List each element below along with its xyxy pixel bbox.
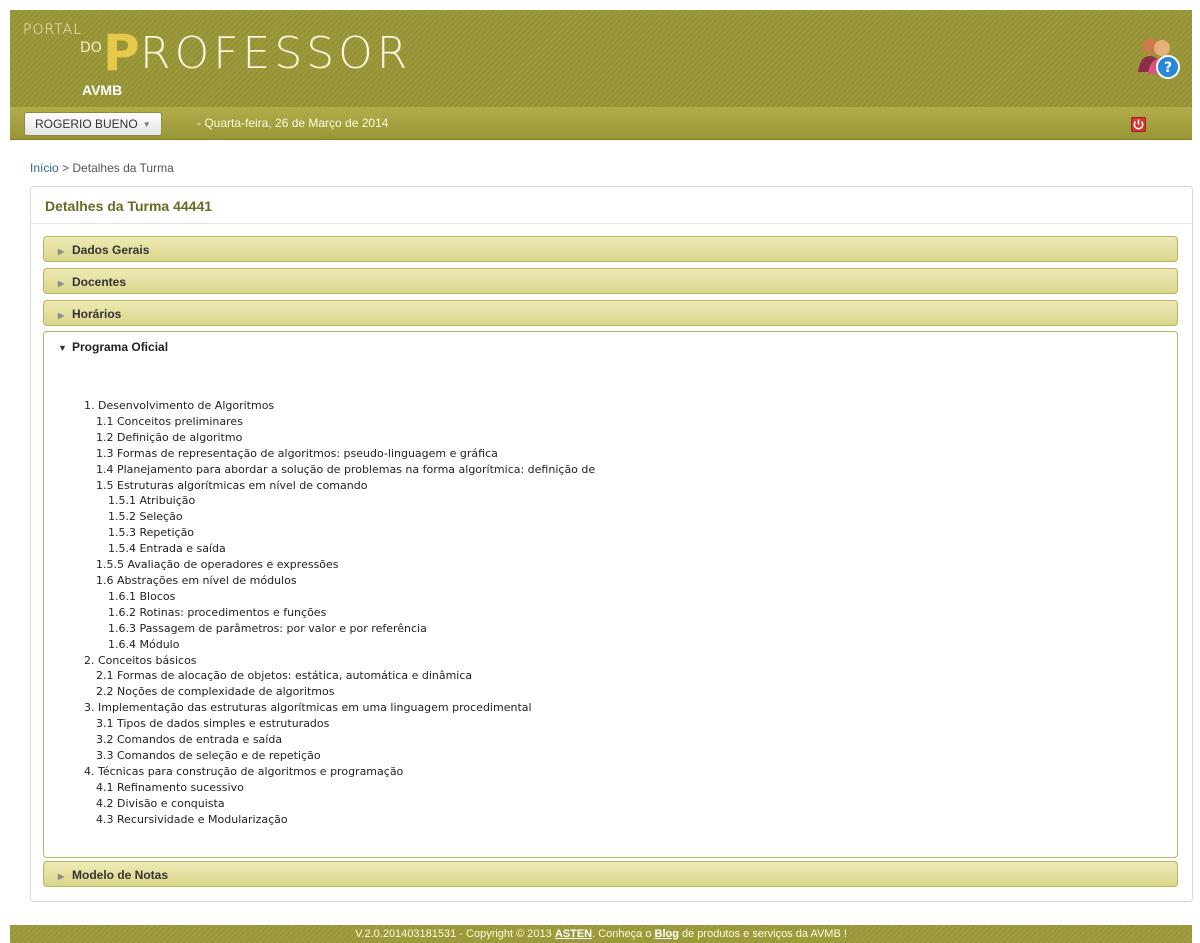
- user-menu-button[interactable]: ROGERIO BUENO ▼: [24, 112, 162, 136]
- class-details-panel: Detalhes da Turma 44441 ▶ Dados Gerais ▶ D…: [30, 186, 1193, 902]
- power-icon[interactable]: [1131, 117, 1146, 132]
- accordion-label: Dados Gerais: [72, 243, 150, 257]
- user-name: ROGERIO BUENO: [35, 117, 138, 131]
- logo-portal-text: PORTAL: [23, 22, 83, 38]
- breadcrumb: Início > Detalhes da Turma: [30, 161, 174, 175]
- app-header: PORTAL DO P ROFESSOR AVMB ?: [10, 10, 1192, 107]
- accordion-modelo-de-notas[interactable]: ▶ Modelo de Notas: [43, 861, 1178, 887]
- program-item: 1.5.1 Atribuição: [108, 494, 196, 508]
- footer-asten-link[interactable]: ASTEN: [555, 928, 592, 940]
- current-date: - Quarta-feira, 26 de Março de 2014: [197, 116, 389, 130]
- program-item: 4. Técnicas para construção de algoritmo…: [84, 764, 404, 778]
- program-item: 3.3 Comandos de seleção e de repetição: [96, 748, 321, 762]
- footer: V.2.0.201403181531 - Copyright © 2013 AS…: [10, 925, 1192, 943]
- footer-blog-link[interactable]: Blog: [655, 928, 679, 940]
- program-item: 3.2 Comandos de entrada e saída: [96, 733, 283, 747]
- program-list: 1. Desenvolvimento de Algoritmos 1.1 Con…: [84, 398, 595, 827]
- program-item: 3. Implementação das estruturas algorítm…: [84, 701, 532, 715]
- program-item: 4.1 Refinamento sucessivo: [96, 780, 244, 794]
- program-item: 1.6.2 Rotinas: procedimentos e funções: [108, 605, 327, 619]
- program-item: 2. Conceitos básicos: [84, 653, 197, 667]
- chevron-down-icon: ▼: [58, 343, 67, 353]
- program-item: 1.5.3 Repetição: [108, 526, 195, 540]
- program-item: 1.5.5 Avaliação de operadores e expressõ…: [96, 558, 339, 572]
- chevron-right-icon: ▶: [58, 311, 65, 320]
- logo-do-text: DO: [80, 40, 102, 56]
- program-item: 4.2 Divisão e conquista: [96, 796, 225, 810]
- logo-p-letter: P: [103, 24, 140, 82]
- program-item: 1.6.4 Módulo: [108, 637, 180, 651]
- help-user-icon[interactable]: ?: [1132, 32, 1182, 82]
- program-item: 1.5.2 Seleção: [108, 510, 183, 524]
- program-item: 1.5.4 Entrada e saída: [108, 542, 226, 556]
- chevron-right-icon: ▶: [58, 247, 65, 256]
- user-bar: ROGERIO BUENO ▼ - Quarta-feira, 26 de Mar…: [10, 107, 1192, 140]
- accordion-horarios[interactable]: ▶ Horários: [43, 300, 1178, 326]
- accordion-docentes[interactable]: ▶ Docentes: [43, 268, 1178, 294]
- program-item: 3.1 Tipos de dados simples e estruturado…: [96, 717, 330, 731]
- program-item: 1.6.3 Passagem de parâmetros: por valor …: [108, 621, 427, 635]
- program-item: 1.6 Abstrações em nível de módulos: [96, 573, 297, 587]
- program-item: 2.1 Formas de alocação de objetos: estát…: [96, 669, 473, 683]
- program-item: 4.3 Recursividade e Modularização: [96, 812, 288, 826]
- program-item: 1.2 Definição de algoritmo: [96, 430, 243, 444]
- logo-professor-text: ROFESSOR: [140, 28, 412, 79]
- accordion-programa-oficial: ▼ Programa Oficial 1. Desenvolvimento de …: [43, 331, 1178, 858]
- program-item: 1.5 Estruturas algorítmicas em nível de …: [96, 478, 368, 492]
- program-item: 1. Desenvolvimento de Algoritmos: [84, 399, 275, 412]
- accordion-label: Modelo de Notas: [72, 868, 169, 882]
- footer-version-text: V.2.0.201403181531 - Copyright © 2013: [355, 928, 555, 940]
- breadcrumb-separator: >: [62, 161, 70, 175]
- footer-middle-text: . Conheça o: [592, 928, 655, 940]
- logo-subtitle: AVMB: [82, 82, 123, 98]
- chevron-right-icon: ▶: [58, 872, 65, 881]
- accordion-dados-gerais[interactable]: ▶ Dados Gerais: [43, 236, 1178, 262]
- caret-down-icon: ▼: [142, 119, 151, 129]
- panel-title: Detalhes da Turma 44441: [31, 187, 1192, 224]
- svg-text:?: ?: [1164, 60, 1172, 76]
- breadcrumb-current: Detalhes da Turma: [72, 161, 174, 175]
- accordion-label: Programa Oficial: [72, 340, 169, 354]
- accordion-label: Docentes: [72, 275, 127, 289]
- program-item: 1.1 Conceitos preliminares: [96, 414, 243, 428]
- program-item: 1.3 Formas de representação de algoritmo…: [96, 446, 498, 460]
- breadcrumb-home-link[interactable]: Início: [30, 161, 59, 175]
- chevron-right-icon: ▶: [58, 279, 65, 288]
- program-item: 1.6.1 Blocos: [108, 589, 176, 603]
- accordion-label: Horários: [72, 307, 122, 321]
- accordion-header-programa-oficial[interactable]: ▼ Programa Oficial: [44, 332, 1177, 362]
- program-item: 2.2 Noções de complexidade de algoritmos: [96, 685, 335, 699]
- program-item: 1.4 Planejamento para abordar a solução …: [96, 462, 596, 476]
- footer-suffix-text: de produtos e serviços da AVMB !: [678, 928, 847, 940]
